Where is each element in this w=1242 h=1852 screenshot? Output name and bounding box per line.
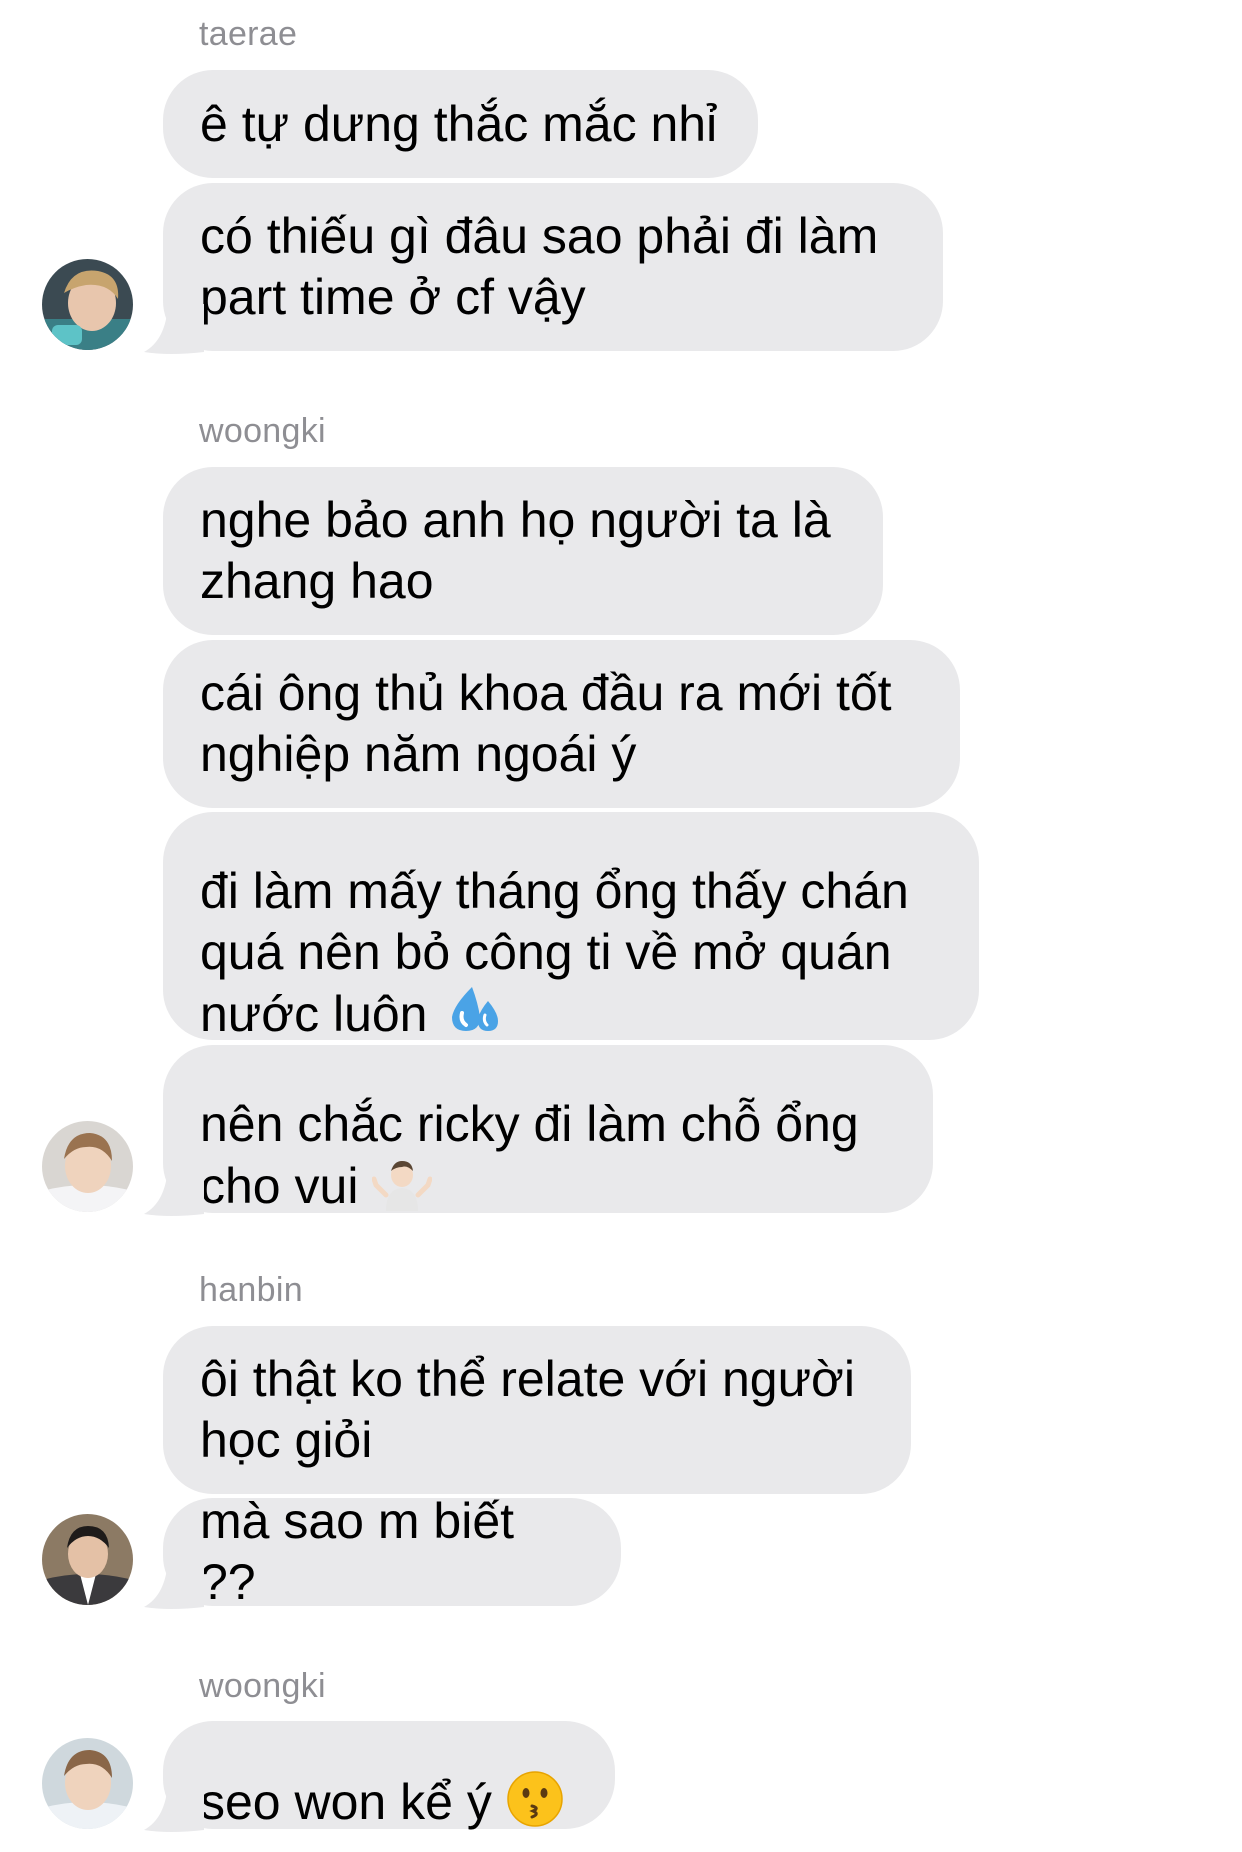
message-bubble[interactable]: nên chắc ricky đi làm chỗ ổng cho vui — [163, 1045, 933, 1214]
sender-name-woongki: woongki — [199, 412, 326, 450]
message-bubble[interactable]: seo won kể ý — [163, 1721, 615, 1830]
message-bubble[interactable]: ôi thật ko thể relate với người học giỏi — [163, 1326, 911, 1494]
avatar-woongki[interactable] — [42, 1121, 133, 1212]
message-bubble[interactable]: đi làm mấy tháng ổng thấy chán quá nên b… — [163, 812, 979, 1042]
message-text: ê tự dưng thắc mắc nhỉ — [200, 95, 718, 152]
message-text: mà sao m biết ?? — [200, 1493, 515, 1610]
bubble-tail — [144, 1166, 204, 1216]
message-bubble[interactable]: nghe bảo anh họ người ta là zhang hao — [163, 467, 883, 635]
message-text: seo won kể ý — [200, 1709, 564, 1842]
avatar-taerae[interactable] — [42, 259, 133, 350]
bubble-tail — [144, 1782, 204, 1832]
avatar-woongki[interactable] — [42, 1738, 133, 1829]
sender-name-taerae: taerae — [199, 15, 298, 53]
message-bubble[interactable]: có thiếu gì đâu sao phải đi làm part tim… — [163, 183, 943, 351]
bubble-tail — [144, 1559, 204, 1609]
person-shrugging-icon — [371, 1155, 433, 1225]
message-bubble[interactable]: cái ông thủ khoa đầu ra mới tốt nghiệp n… — [163, 640, 960, 808]
message-text: cái ông thủ khoa đầu ra mới tốt nghiệp n… — [200, 665, 892, 782]
kissing-face-icon — [506, 1770, 564, 1842]
message-text: đi làm mấy tháng ổng thấy chán quá nên b… — [200, 800, 909, 1053]
avatar-hanbin[interactable] — [42, 1514, 133, 1605]
message-text: ôi thật ko thể relate với người học giỏi — [200, 1351, 855, 1468]
message-text: nên chắc ricky đi làm chỗ ổng cho vui — [200, 1033, 859, 1225]
bubble-tail — [144, 304, 204, 354]
message-text: nghe bảo anh họ người ta là zhang hao — [200, 492, 831, 609]
message-bubble[interactable]: mà sao m biết ?? — [163, 1493, 621, 1610]
message-text: có thiếu gì đâu sao phải đi làm part tim… — [200, 208, 879, 325]
sender-name-hanbin: hanbin — [199, 1271, 303, 1309]
message-bubble[interactable]: ê tự dưng thắc mắc nhỉ — [163, 70, 758, 178]
sender-name-woongki: woongki — [199, 1667, 326, 1705]
